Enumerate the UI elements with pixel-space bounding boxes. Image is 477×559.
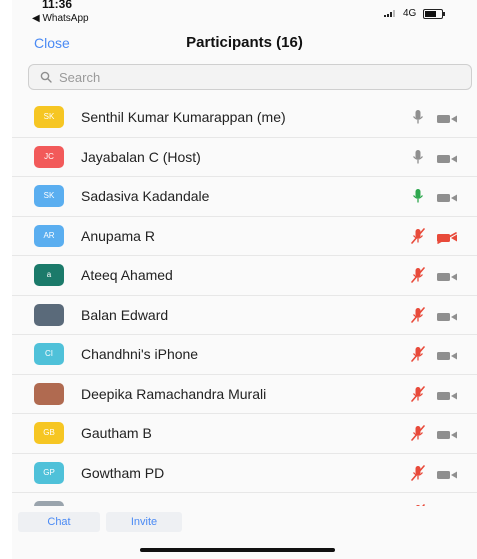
chat-button[interactable]: Chat [18, 512, 100, 532]
video-camera-icon [436, 152, 458, 170]
participant-row[interactable]: SK Senthil Kumar Kumarappan (me) [12, 98, 477, 138]
video-camera-icon [436, 191, 458, 209]
video-camera-icon [436, 468, 458, 486]
home-indicator[interactable] [140, 548, 335, 552]
participant-row[interactable]: SK Sadasiva Kadandale [12, 177, 477, 217]
mic-muted-icon [411, 306, 425, 328]
avatar: SK [34, 185, 64, 207]
video-camera-icon [436, 349, 458, 367]
back-to-app-link[interactable]: ◀ WhatsApp [32, 13, 89, 24]
participant-row[interactable]: GB Gautham B [12, 414, 477, 454]
participant-row[interactable]: Balan Edward [12, 296, 477, 335]
avatar: CI [34, 343, 64, 365]
network-label: 4G [403, 8, 417, 19]
signal-icon [384, 10, 395, 17]
video-camera-icon [436, 310, 458, 328]
participants-screen: 11:36 ◀ WhatsApp 4G Participants (16) Cl… [12, 0, 477, 559]
avatar [34, 382, 64, 405]
participant-row[interactable]: Deepika Ramachandra Murali [12, 375, 477, 414]
video-camera-icon [436, 270, 458, 288]
avatar: GB [34, 422, 64, 444]
page-title: Participants (16) [186, 34, 303, 51]
status-bar: 11:36 ◀ WhatsApp 4G [12, 0, 477, 30]
avatar: a [34, 264, 64, 286]
microphone-icon [411, 188, 425, 209]
avatar: GP [34, 461, 64, 484]
participant-name: Ateeq Ahamed [81, 267, 173, 283]
mic-muted-icon [411, 385, 425, 407]
invite-button[interactable]: Invite [106, 512, 182, 532]
video-camera-icon [436, 428, 458, 446]
video-camera-icon [436, 389, 458, 407]
header: Participants (16) Close [12, 30, 477, 60]
participant-name: Gowtham PD [81, 464, 165, 481]
mic-muted-icon [411, 267, 425, 288]
participant-name: Deepika Ramachandra Murali [81, 385, 267, 402]
mic-muted-icon [411, 346, 425, 367]
status-time: 11:36 [42, 0, 73, 11]
participant-name: Balan Edward [81, 306, 169, 323]
participant-name: Chandhni's iPhone [81, 346, 199, 362]
search-input[interactable] [57, 69, 461, 86]
participant-row[interactable]: a Ateeq Ahamed [12, 256, 477, 296]
microphone-icon [411, 149, 425, 170]
video-off-icon [436, 231, 458, 249]
mic-muted-icon [411, 227, 425, 249]
microphone-icon [411, 109, 425, 130]
search-icon [40, 71, 52, 83]
search-bar[interactable] [28, 64, 472, 90]
participant-name: Gautham B [81, 425, 152, 441]
mic-muted-icon [411, 464, 425, 486]
participant-row[interactable]: GP Gowtham PD [12, 454, 477, 493]
participant-name: Sadasiva Kadandale [81, 188, 210, 204]
participant-row[interactable]: JC Jayabalan C (Host) [12, 138, 477, 177]
mic-muted-icon [411, 425, 425, 446]
participant-row[interactable]: CI Chandhni's iPhone [12, 335, 477, 375]
bottom-bar: Chat Invite [12, 506, 477, 540]
participant-name: Anupama R [81, 227, 155, 244]
avatar: SK [34, 106, 64, 128]
battery-icon [423, 9, 445, 19]
participant-name: Jayabalan C (Host) [81, 148, 201, 165]
video-camera-icon [436, 112, 458, 130]
avatar: AR [34, 224, 64, 247]
participant-name: Senthil Kumar Kumarappan (me) [81, 109, 286, 125]
avatar [34, 303, 64, 326]
participant-row[interactable]: AR Anupama R [12, 217, 477, 256]
participant-list: SK Senthil Kumar Kumarappan (me) JC Jayabal… [12, 98, 477, 506]
avatar: JC [34, 145, 64, 168]
close-button[interactable]: Close [34, 35, 70, 51]
participant-row[interactable]: Harish P [12, 493, 477, 506]
